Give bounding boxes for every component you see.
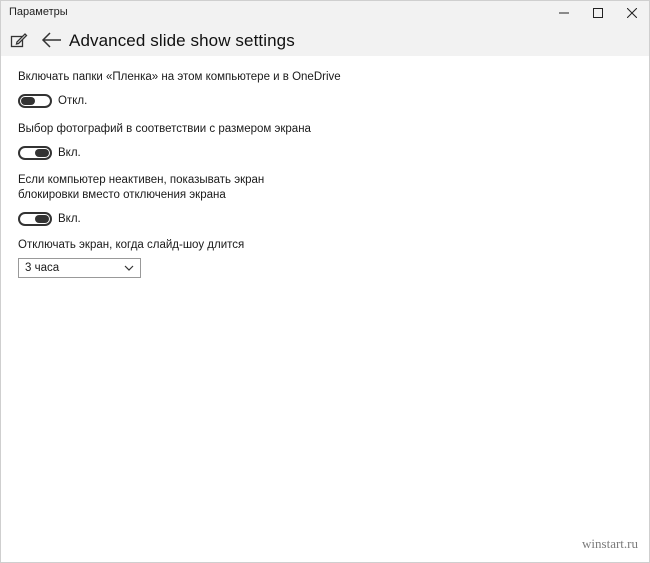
toggle-knob xyxy=(21,97,35,105)
toggle-knob xyxy=(35,149,49,157)
setting-label: Выбор фотографий в соответствии с размер… xyxy=(18,123,311,135)
fit-to-screen-toggle[interactable] xyxy=(18,146,52,160)
window-title: Параметры xyxy=(9,6,68,18)
toggle-state-text: Вкл. xyxy=(58,213,81,225)
setting-include-camera-roll: Включать папки «Пленка» на этом компьюте… xyxy=(18,70,341,108)
page-title: Advanced slide show settings xyxy=(69,31,295,50)
watermark-text: winstart.ru xyxy=(582,536,638,551)
camera-roll-toggle[interactable] xyxy=(18,94,52,108)
setting-label: Включать папки «Пленка» на этом компьюте… xyxy=(18,71,341,83)
maximize-icon xyxy=(593,8,603,18)
toggle-knob xyxy=(35,215,49,223)
window-controls xyxy=(547,1,649,25)
edit-icon[interactable] xyxy=(10,31,28,49)
back-arrow-icon[interactable] xyxy=(41,31,63,49)
duration-select[interactable]: 3 часа xyxy=(18,258,141,278)
setting-label: Отключать экран, когда слайд-шоу длится xyxy=(18,239,245,251)
setting-label: Если компьютер неактивен, показывать экр… xyxy=(18,174,265,201)
page-header: Advanced slide show settings xyxy=(1,25,649,56)
title-bar: Параметры xyxy=(1,1,649,25)
toggle-state-text: Вкл. xyxy=(58,147,81,159)
close-icon xyxy=(627,8,637,18)
chevron-down-icon xyxy=(124,265,134,271)
setting-screen-off-duration: Отключать экран, когда слайд-шоу длится … xyxy=(18,238,244,278)
minimize-icon xyxy=(559,12,569,14)
minimize-button[interactable] xyxy=(547,1,581,25)
setting-lock-screen-when-inactive: Если компьютер неактивен, показывать экр… xyxy=(18,173,308,226)
toggle-state-text: Откл. xyxy=(58,95,88,107)
setting-fit-to-screen: Выбор фотографий в соответствии с размер… xyxy=(18,122,311,160)
settings-window: Параметры Advanced slide show settings В… xyxy=(0,0,650,563)
maximize-button[interactable] xyxy=(581,1,615,25)
lock-screen-toggle[interactable] xyxy=(18,212,52,226)
duration-select-value: 3 часа xyxy=(25,262,60,274)
close-button[interactable] xyxy=(615,1,649,25)
